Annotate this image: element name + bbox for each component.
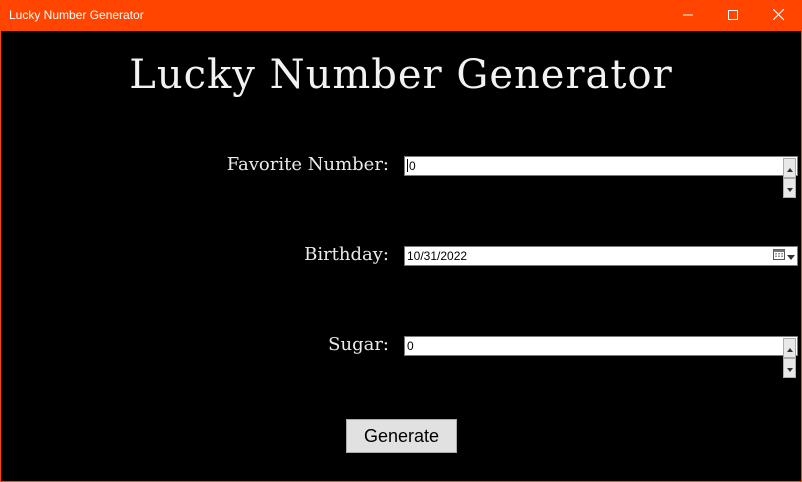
birthday-date-picker[interactable]: 10/31/2022 — [404, 246, 798, 266]
sugar-spinner — [783, 338, 796, 378]
sugar-value[interactable]: 0 — [407, 339, 414, 353]
decrement-button[interactable] — [783, 178, 796, 198]
decrement-button[interactable] — [783, 358, 796, 378]
close-icon — [772, 7, 784, 25]
birthday-label: Birthday: — [304, 244, 389, 265]
increment-button[interactable] — [783, 158, 796, 178]
favorite-number-stepper[interactable]: 0 — [404, 156, 798, 198]
minimize-icon — [683, 7, 693, 25]
maximize-icon — [728, 7, 738, 25]
birthday-value[interactable]: 10/31/2022 — [407, 249, 467, 263]
sugar-label: Sugar: — [328, 334, 389, 355]
title-bar[interactable]: Lucky Number Generator — [1, 0, 801, 31]
favorite-number-label: Favorite Number: — [226, 154, 389, 175]
caret-down-icon — [786, 179, 793, 197]
maximize-button[interactable] — [710, 0, 756, 31]
favorite-number-spinner — [783, 158, 796, 198]
generate-button[interactable]: Generate — [346, 419, 457, 453]
increment-button[interactable] — [783, 338, 796, 358]
caret-up-icon — [786, 159, 793, 177]
close-button[interactable] — [755, 0, 801, 31]
favorite-number-value[interactable]: 0 — [407, 159, 416, 173]
date-picker-button[interactable] — [771, 249, 795, 263]
sugar-stepper[interactable]: 0 — [404, 336, 798, 378]
app-window: Lucky Number Generator Lucky Number Gene… — [0, 0, 802, 482]
favorite-number-value-text: 0 — [409, 159, 416, 173]
window-title: Lucky Number Generator — [9, 8, 144, 22]
caret-down-icon — [786, 359, 793, 377]
caret-up-icon — [786, 339, 793, 357]
chevron-down-icon — [787, 247, 795, 265]
minimize-button[interactable] — [665, 0, 711, 31]
text-caret — [407, 159, 408, 172]
calendar-icon — [773, 247, 785, 265]
page-title: Lucky Number Generator — [129, 52, 673, 98]
